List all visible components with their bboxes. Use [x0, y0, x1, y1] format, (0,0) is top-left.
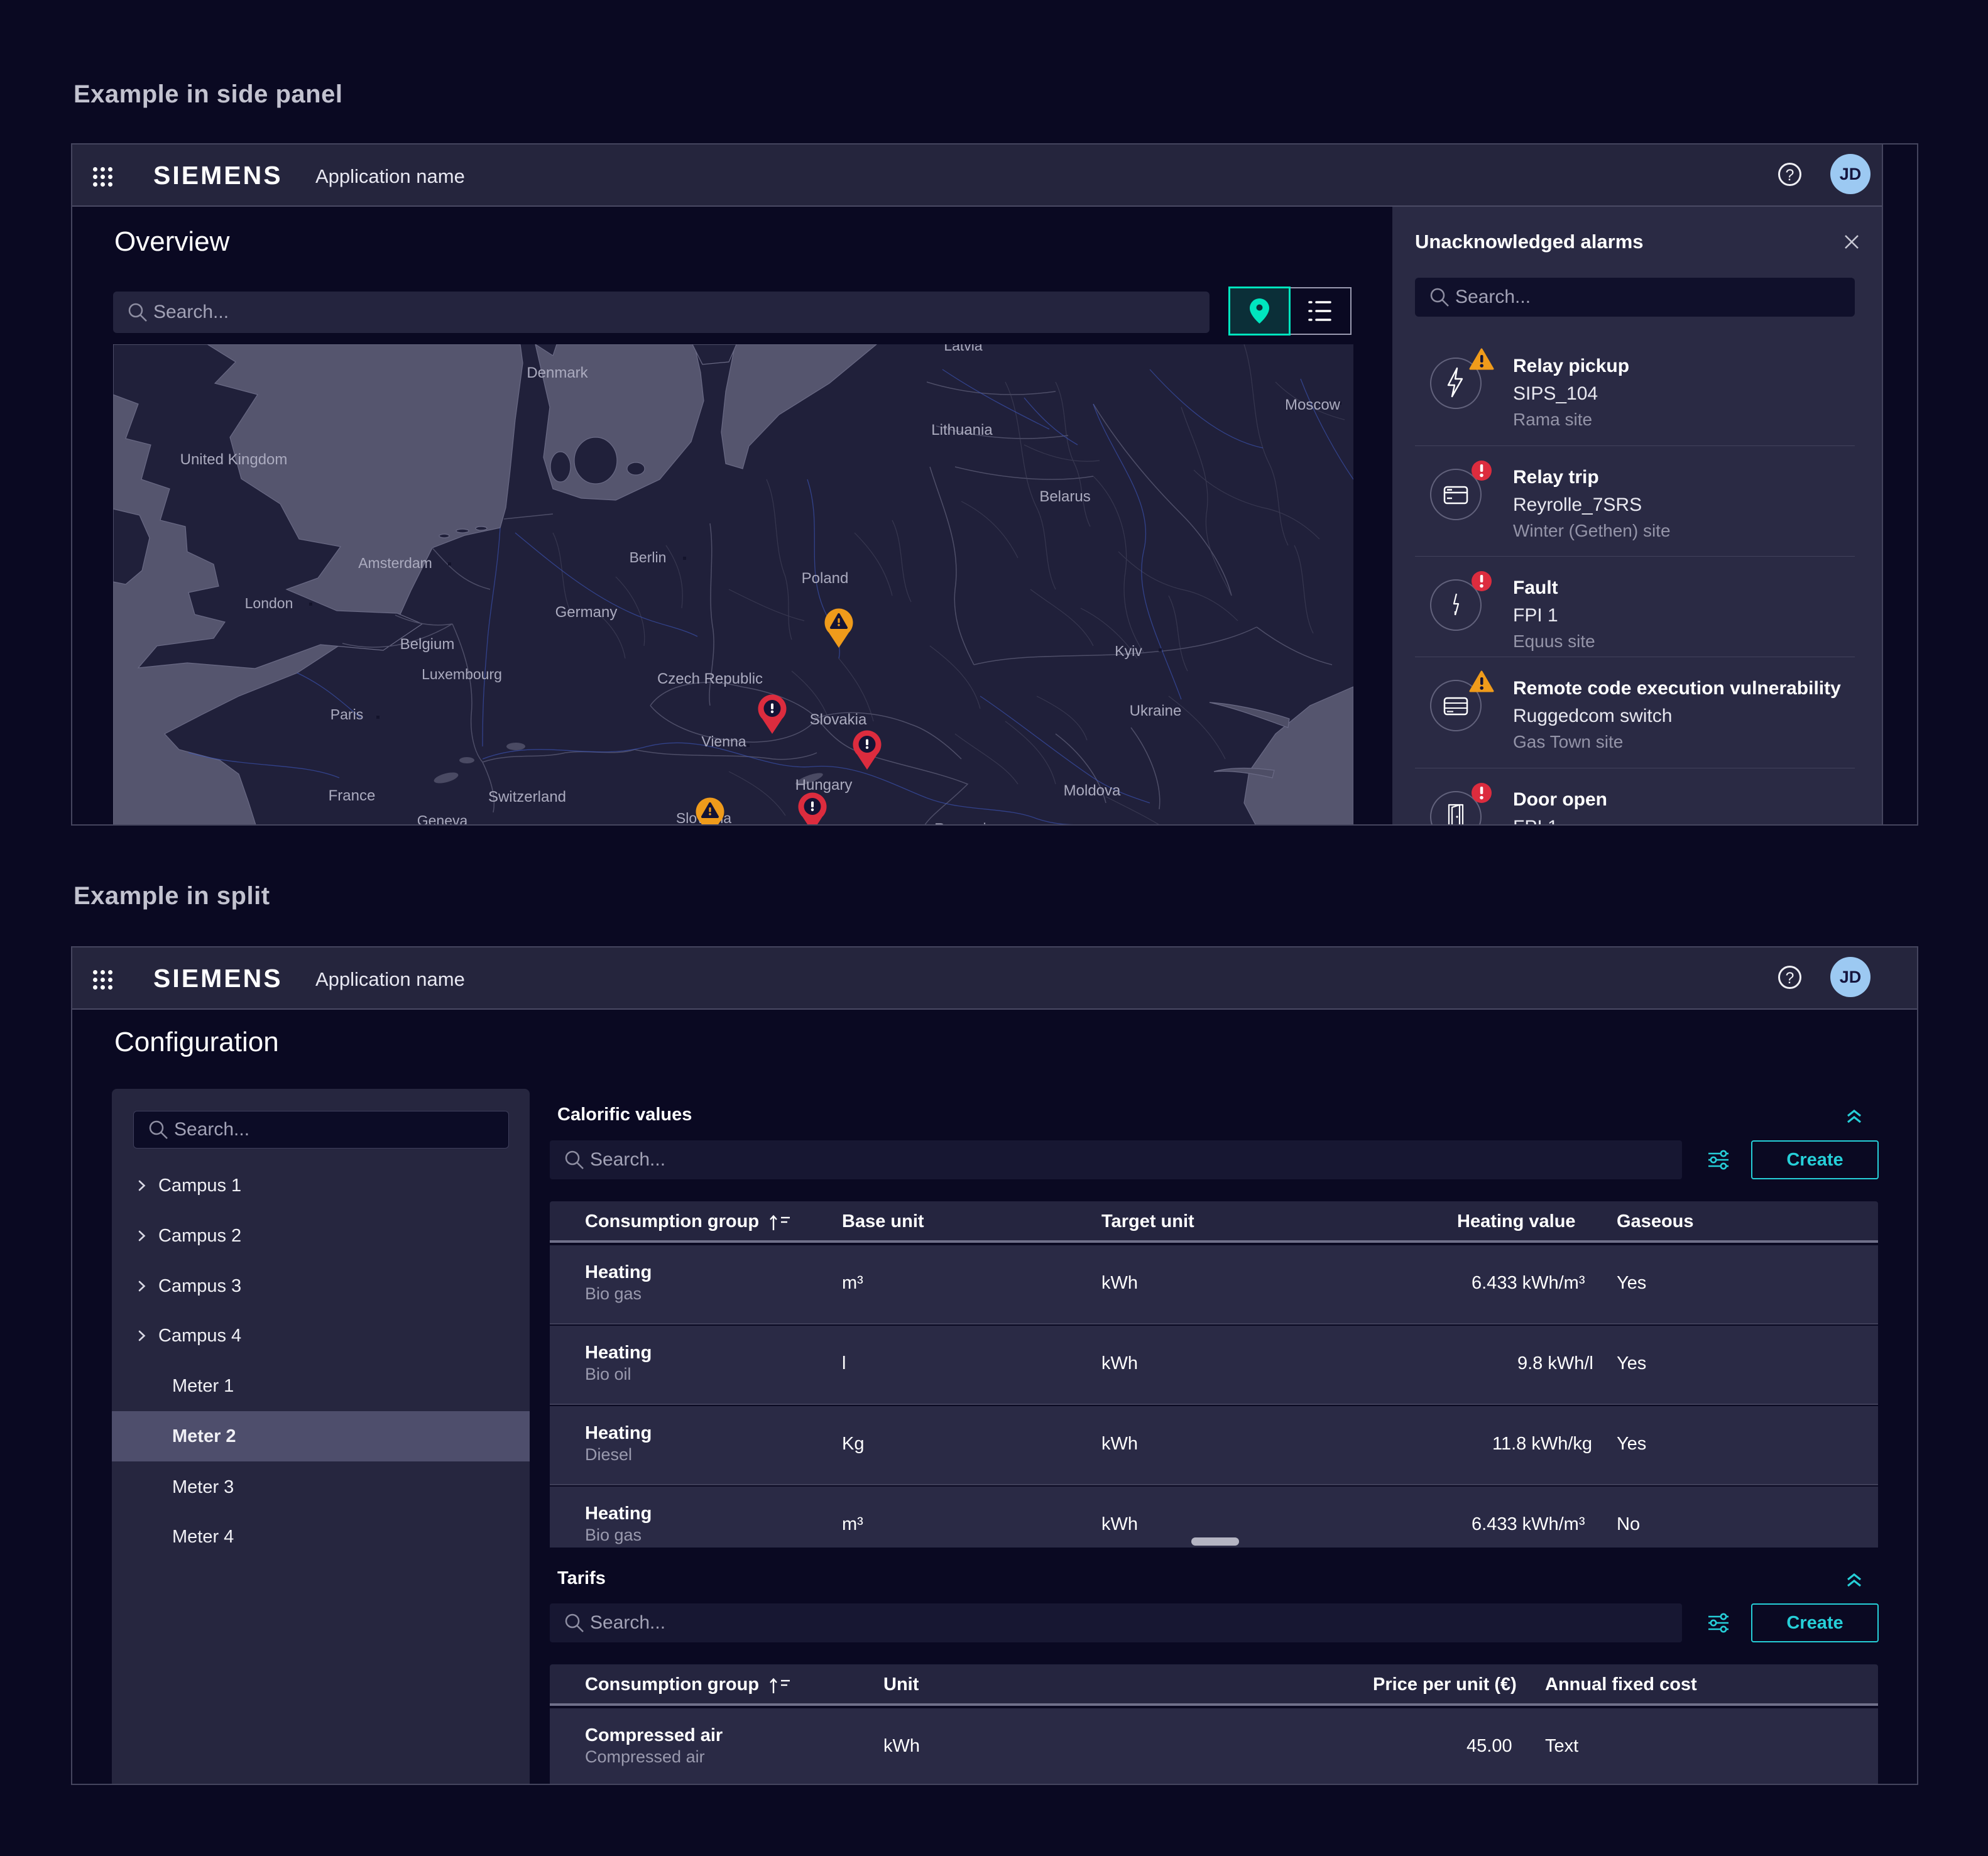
svg-text:London: London [245, 595, 293, 611]
svg-text:Moscow: Moscow [1285, 396, 1341, 413]
svg-text:Germany: Germany [555, 604, 618, 621]
svg-text:Switzerland: Switzerland [488, 789, 566, 805]
svg-text:Poland: Poland [802, 570, 849, 587]
svg-text:Luxembourg: Luxembourg [422, 666, 502, 682]
svg-text:Czech Republic: Czech Republic [657, 670, 763, 687]
svg-text:Moldova: Moldova [1064, 782, 1121, 799]
svg-text:Kyiv: Kyiv [1115, 643, 1142, 659]
svg-text:Vienna: Vienna [701, 733, 746, 750]
svg-text:Amsterdam: Amsterdam [358, 555, 432, 571]
svg-text:United Kingdom: United Kingdom [180, 451, 288, 468]
svg-text:Lithuania: Lithuania [931, 422, 993, 439]
svg-text:France: France [329, 787, 376, 804]
svg-text:Belarus: Belarus [1039, 488, 1090, 505]
svg-text:Denmark: Denmark [527, 364, 588, 381]
svg-text:Geneva: Geneva [417, 812, 468, 826]
svg-text:Romania: Romania [934, 821, 995, 826]
svg-text:Slovakia: Slovakia [810, 711, 867, 728]
svg-text:Paris: Paris [330, 706, 363, 723]
svg-text:Belgium: Belgium [400, 636, 455, 653]
svg-text:Berlin: Berlin [630, 549, 667, 565]
svg-text:Latvia: Latvia [944, 344, 983, 354]
svg-text:Hungary: Hungary [795, 777, 853, 794]
svg-text:Ukraine: Ukraine [1130, 702, 1182, 719]
